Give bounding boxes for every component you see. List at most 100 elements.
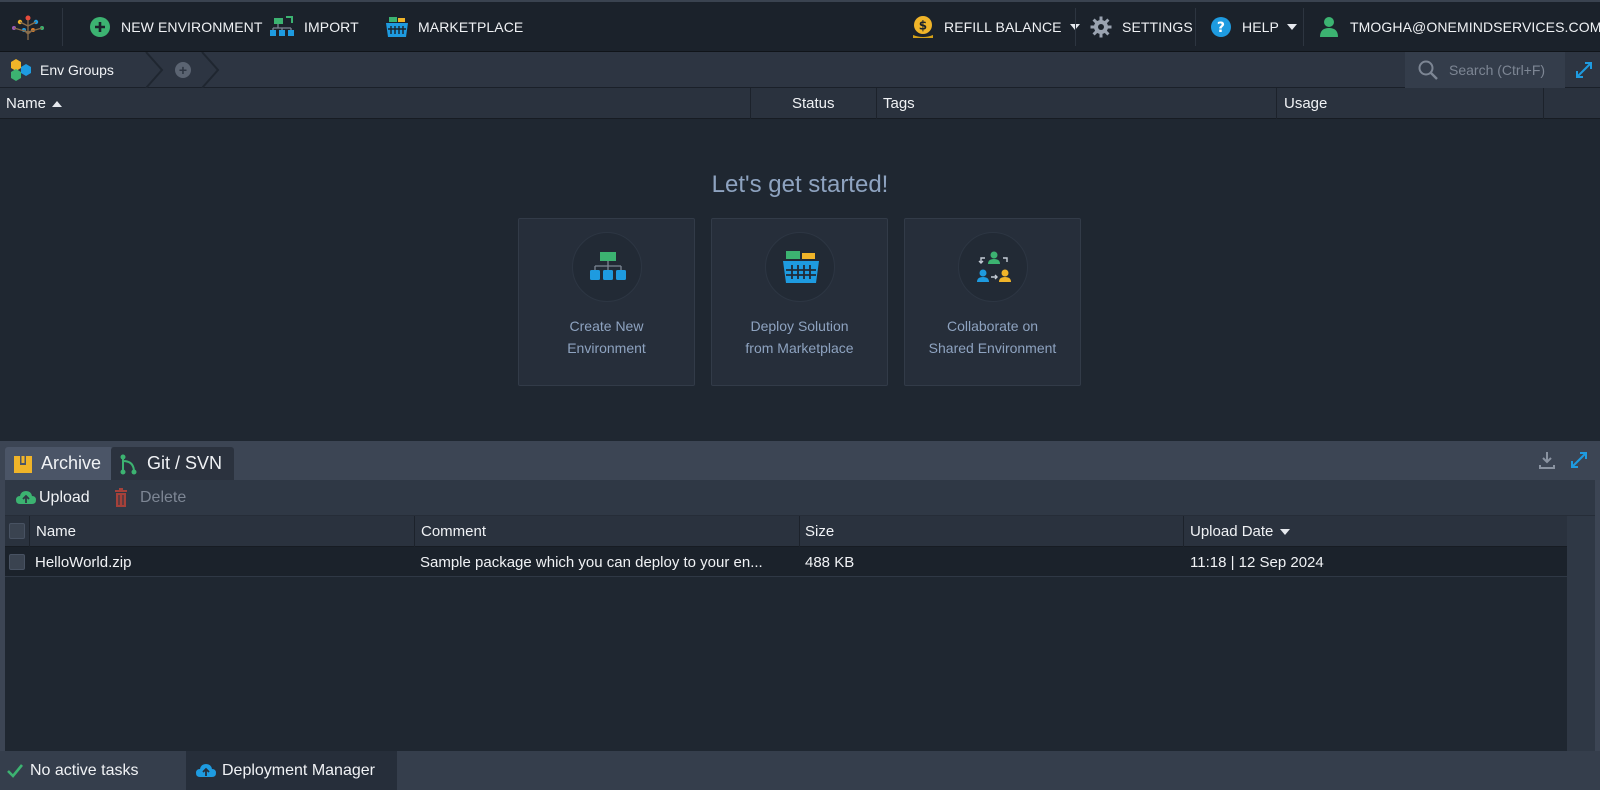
tasks-status[interactable]: No active tasks (6, 751, 186, 790)
divider (1276, 88, 1277, 119)
delete-button[interactable]: Delete (110, 480, 186, 516)
row-checkbox[interactable] (9, 554, 25, 570)
column-upload-date-label: Upload Date (1190, 523, 1274, 540)
new-environment-label: NEW ENVIRONMENT (121, 19, 263, 35)
divider (1303, 8, 1304, 46)
scrollbar[interactable] (1567, 516, 1595, 751)
app-logo-icon[interactable] (8, 12, 48, 42)
expand-icon[interactable] (1569, 450, 1589, 470)
breadcrumb-chevron-icon (145, 52, 164, 88)
gear-icon (1088, 14, 1114, 40)
upload-label: Upload (39, 489, 90, 506)
expand-icon[interactable] (1574, 60, 1594, 80)
import-label: IMPORT (304, 19, 359, 35)
tab-git-svn[interactable]: Git / SVN (111, 447, 235, 480)
env-groups-label: Env Groups (40, 62, 114, 78)
deployment-manager-toggle[interactable]: Deployment Manager (186, 751, 397, 790)
file-upload-date: 11:18 | 12 Sep 2024 (1190, 553, 1324, 571)
tab-archive[interactable]: Archive (5, 447, 114, 480)
card-icon-circle (958, 232, 1028, 302)
upload-button[interactable]: Upload (15, 480, 90, 516)
help-label: HELP (1242, 19, 1279, 35)
cloud-upload-icon (196, 763, 216, 777)
deployment-manager-label: Deployment Manager (222, 761, 375, 779)
sort-descending-icon (1280, 528, 1291, 535)
column-header-status[interactable]: Status (792, 88, 835, 119)
collaboration-users-icon (977, 251, 1011, 282)
hexagons-icon (11, 59, 31, 81)
git-branch-icon (120, 454, 137, 474)
collaborate-shared-card[interactable]: Collaborate on Shared Environment (904, 218, 1081, 386)
coin-bag-icon: $ (910, 14, 936, 40)
help-menu[interactable]: ? HELP (1208, 2, 1297, 52)
column-header-size[interactable]: Size (805, 516, 834, 547)
column-header-tags[interactable]: Tags (883, 88, 915, 119)
divider (750, 88, 751, 119)
column-header-name[interactable]: Name (36, 516, 76, 547)
divider (414, 516, 415, 547)
card-label: Create New Environment (519, 315, 694, 359)
env-groups-bar: Env Groups + (0, 52, 1600, 88)
deploy-marketplace-card[interactable]: Deploy Solution from Marketplace (711, 218, 888, 386)
card-label-line: Collaborate on (946, 318, 1039, 334)
settings-button[interactable]: SETTINGS (1088, 2, 1193, 52)
column-header-comment[interactable]: Comment (421, 516, 486, 547)
column-status-label: Status (792, 95, 835, 112)
download-icon[interactable] (1537, 450, 1557, 470)
refill-balance-menu[interactable]: $ REFILL BALANCE (910, 2, 1080, 52)
search-box (1405, 52, 1565, 88)
card-label: Collaborate on Shared Environment (905, 315, 1080, 359)
cloud-upload-icon (16, 491, 36, 504)
column-header-upload-date[interactable]: Upload Date (1190, 516, 1291, 547)
top-navigation-bar: NEW ENVIRONMENT IMPORT MARKETPLACE $ REF… (0, 0, 1600, 52)
trash-icon (115, 488, 127, 507)
tab-archive-label: Archive (41, 453, 102, 473)
user-icon (1316, 14, 1342, 40)
archive-toolbar: Upload Delete (5, 480, 1595, 516)
divider (799, 516, 800, 547)
card-label-line: Deploy Solution (750, 318, 849, 334)
search-input[interactable] (1449, 62, 1559, 78)
card-label-line: Shared Environment (928, 340, 1057, 356)
table-row[interactable]: HelloWorld.zip Sample package which you … (5, 547, 1567, 577)
card-label-line: Create New (569, 318, 644, 334)
column-name-label: Name (6, 95, 47, 112)
divider (876, 88, 877, 119)
card-icon-circle (765, 232, 835, 302)
archive-table-body: HelloWorld.zip Sample package which you … (5, 516, 1595, 751)
refill-balance-label: REFILL BALANCE (944, 19, 1062, 35)
column-header-usage[interactable]: Usage (1284, 88, 1327, 119)
archive-box-icon (14, 455, 32, 473)
divider (1195, 8, 1196, 46)
svg-text:$: $ (919, 19, 927, 33)
add-group-button[interactable]: + (175, 62, 191, 78)
select-all-checkbox[interactable] (9, 523, 25, 539)
search-icon (1418, 60, 1438, 80)
marketplace-button[interactable]: MARKETPLACE (384, 2, 523, 52)
divider (29, 516, 30, 547)
status-bar: No active tasks Deployment Manager (0, 751, 1600, 790)
file-size: 488 KB (805, 553, 855, 571)
settings-label: SETTINGS (1122, 19, 1193, 35)
plus-circle-icon (87, 14, 113, 40)
user-account-menu[interactable]: TMOGHA@ONEMINDSERVICES.COM (1316, 2, 1600, 52)
import-button[interactable]: IMPORT (270, 2, 359, 52)
env-groups-button[interactable]: Env Groups (8, 56, 114, 84)
environments-list-empty: Let's get started! Create New Environmen… (0, 119, 1600, 441)
column-comment-label: Comment (421, 523, 487, 540)
divider (1075, 8, 1076, 46)
create-environment-card[interactable]: Create New Environment (518, 218, 695, 386)
column-size-label: Size (805, 523, 835, 540)
import-hierarchy-icon (270, 14, 296, 40)
file-comment: Sample package which you can deploy to y… (420, 553, 763, 571)
checkmark-icon (7, 763, 24, 778)
tab-git-svn-label: Git / SVN (147, 453, 223, 473)
card-icon-circle (572, 232, 642, 302)
deployment-manager-panel: Archive Git / SVN Upload Delete Name Com… (0, 441, 1600, 751)
column-header-name[interactable]: Name (6, 88, 63, 119)
new-environment-button[interactable]: NEW ENVIRONMENT (87, 2, 263, 52)
divider (62, 8, 63, 46)
breadcrumb-chevron-icon (201, 52, 220, 88)
svg-text:?: ? (1217, 20, 1225, 36)
column-usage-label: Usage (1284, 95, 1328, 112)
